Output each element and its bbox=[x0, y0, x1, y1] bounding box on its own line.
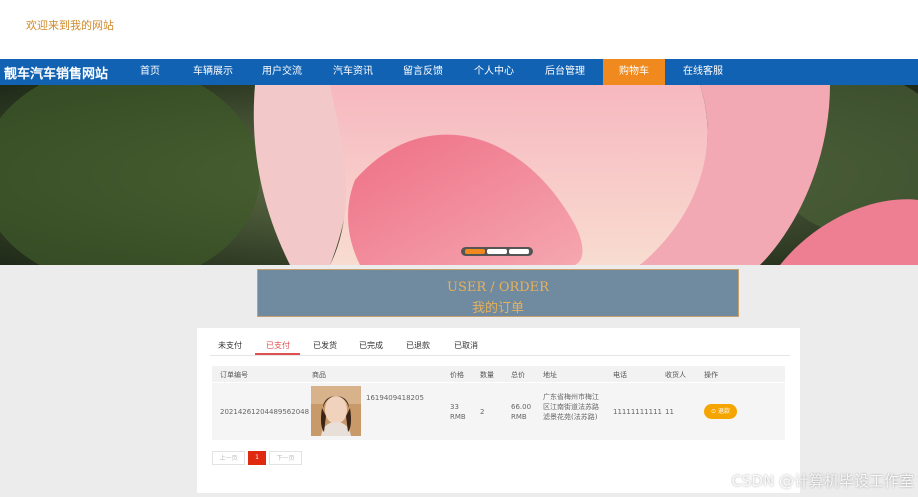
tab-cancelled[interactable]: 已取消 bbox=[447, 340, 485, 354]
col-receiver: 收货人 bbox=[665, 371, 686, 379]
nav-item-feedback[interactable]: 留言反馈 bbox=[393, 59, 453, 85]
section-title-cn: 我的订单 bbox=[471, 301, 524, 316]
col-product: 商品 bbox=[312, 371, 326, 379]
col-price: 价格 bbox=[450, 371, 464, 379]
col-order-no: 订单编号 bbox=[220, 371, 248, 379]
site-brand[interactable]: 靓车汽车销售网站 bbox=[4, 63, 108, 82]
table-header bbox=[212, 366, 785, 382]
total-cell: 66.00 RMB bbox=[511, 403, 532, 421]
address-cell: 广东省梅州市梅江区江南街道法苏路滤景花苑(法苏路) bbox=[543, 393, 599, 421]
active-tab-underline bbox=[255, 353, 300, 355]
main-nav: 靓车汽车销售网站 首页 车辆展示 用户交流 汽车资讯 留言反馈 个人中心 后台管… bbox=[0, 59, 918, 85]
section-title-en: USER / ORDER bbox=[447, 280, 549, 295]
csdn-watermark: CSDN @计算机毕设工作室 bbox=[731, 472, 914, 490]
nav-item-community[interactable]: 用户交流 bbox=[252, 59, 312, 85]
carousel-dot-1[interactable] bbox=[465, 249, 485, 254]
carousel-dot-3[interactable] bbox=[509, 249, 529, 254]
tab-completed[interactable]: 已完成 bbox=[352, 340, 390, 354]
tab-refunded[interactable]: 已退款 bbox=[399, 340, 437, 354]
nav-item-admin[interactable]: 后台管理 bbox=[535, 59, 595, 85]
col-total: 总价 bbox=[511, 371, 525, 379]
section-title-box: USER / ORDER 我的订单 bbox=[257, 269, 739, 317]
tab-shipped[interactable]: 已发货 bbox=[306, 340, 344, 354]
product-photo-icon bbox=[311, 386, 361, 436]
refund-button[interactable]: ⊙ 退款 bbox=[704, 404, 737, 419]
col-action: 操作 bbox=[704, 371, 718, 379]
top-header: 欢迎来到我的网站 bbox=[0, 0, 918, 59]
prev-page-button[interactable]: 上一页 bbox=[212, 451, 245, 465]
refund-icon: ⊙ bbox=[711, 408, 717, 415]
carousel-dot-2[interactable] bbox=[487, 249, 507, 254]
nav-item-cars[interactable]: 车辆展示 bbox=[183, 59, 243, 85]
tab-unpaid[interactable]: 未支付 bbox=[212, 340, 248, 354]
carousel-indicator bbox=[461, 247, 533, 256]
nav-item-home[interactable]: 首页 bbox=[128, 59, 172, 85]
product-thumbnail[interactable] bbox=[311, 386, 361, 436]
tab-divider bbox=[210, 355, 790, 356]
col-phone: 电话 bbox=[613, 371, 627, 379]
nav-item-profile[interactable]: 个人中心 bbox=[464, 59, 524, 85]
page-1-button[interactable]: 1 bbox=[248, 451, 266, 465]
col-address: 地址 bbox=[543, 371, 557, 379]
next-page-button[interactable]: 下一页 bbox=[269, 451, 302, 465]
phone-cell: 11111111111 bbox=[613, 408, 662, 416]
nav-item-cart[interactable]: 购物车 bbox=[603, 59, 665, 85]
price-cell: 33 RMB bbox=[450, 403, 466, 421]
tab-paid[interactable]: 已支付 bbox=[259, 340, 297, 354]
nav-item-support[interactable]: 在线客服 bbox=[673, 59, 733, 85]
lotus-banner-image bbox=[0, 85, 918, 265]
qty-cell: 2 bbox=[480, 408, 485, 416]
nav-item-news[interactable]: 汽车资讯 bbox=[323, 59, 383, 85]
hero-banner bbox=[0, 85, 918, 265]
order-number: 20214261204489562048 bbox=[220, 408, 310, 416]
receiver-cell: 11 bbox=[665, 408, 674, 416]
col-qty: 数量 bbox=[480, 371, 494, 379]
welcome-text: 欢迎来到我的网站 bbox=[26, 19, 114, 32]
product-id: 1619409418205 bbox=[366, 394, 424, 402]
refund-label: 退款 bbox=[717, 408, 730, 415]
